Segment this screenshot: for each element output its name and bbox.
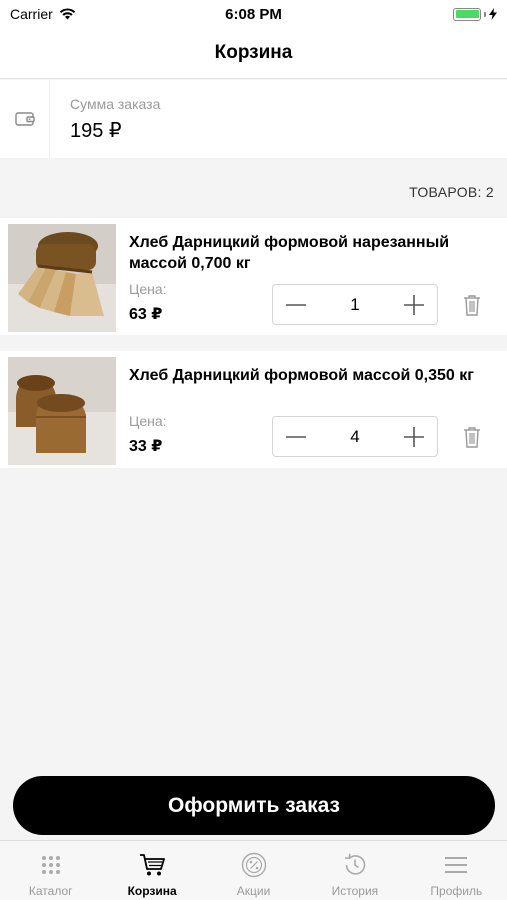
tab-label: Акции [236,884,271,898]
status-time: 6:08 PM [225,5,282,23]
price-label: Цена: [129,413,167,429]
wallet-icon-box [0,80,50,158]
decrease-button[interactable] [283,292,309,318]
status-right [453,7,497,21]
cart-item: Хлеб Дарницкий формовой нарезанный массо… [0,218,507,335]
nav-bar: Корзина [0,28,507,79]
tab-catalog[interactable]: Каталог [0,841,101,900]
plus-icon [404,294,424,315]
price-label: Цена: [129,281,167,297]
summary-text: Сумма заказа 195 ₽ [50,96,160,143]
order-sum-value: 195 ₽ [70,119,122,142]
product-image[interactable] [8,224,116,332]
price-value: 33 ₽ [129,438,163,455]
cart-icon [139,852,166,878]
wallet-icon [14,112,35,126]
tab-profile[interactable]: Профиль [406,841,507,900]
product-title[interactable]: Хлеб Дарницкий формовой массой 0,350 кг [129,365,474,386]
history-icon [342,852,368,878]
page-title: Корзина [214,42,293,63]
tab-label: Профиль [430,884,483,898]
cart-item: Хлеб Дарницкий формовой массой 0,350 кг … [0,351,507,468]
plus-icon [404,426,424,447]
tab-label: Корзина [127,884,177,898]
increase-button[interactable] [401,292,427,318]
decrease-button[interactable] [283,424,309,450]
quantity-stepper: 4 [272,416,438,457]
tab-cart[interactable]: Корзина [101,841,202,900]
quantity-stepper: 1 [272,284,438,325]
price-value: 63 ₽ [129,306,163,323]
product-image[interactable] [8,357,116,465]
battery-cap [484,11,486,17]
tab-promotions[interactable]: Акции [203,841,304,900]
charging-icon [489,8,497,20]
order-sum-label: Сумма заказа [70,95,161,112]
trash-icon[interactable] [462,426,482,448]
menu-icon [443,852,469,878]
wifi-icon [59,8,75,20]
increase-button[interactable] [401,424,427,450]
percent-badge-icon [241,852,267,878]
status-left: Carrier [10,6,76,22]
order-summary: Сумма заказа 195 ₽ [0,80,507,158]
trash-icon[interactable] [462,294,482,316]
tab-label: История [331,884,379,898]
tab-label: Каталог [28,884,73,898]
battery-icon [453,7,481,21]
quantity-value: 1 [350,294,360,314]
minus-icon [286,435,306,438]
checkout-button[interactable]: Оформить заказ [13,776,495,835]
grid-dots-icon [38,852,64,878]
tab-history[interactable]: История [304,841,405,900]
carrier-label: Carrier [10,6,53,22]
minus-icon [286,303,306,306]
status-bar: Carrier 6:08 PM [0,0,507,28]
items-count: ТОВАРОВ: 2 [409,184,494,200]
quantity-value: 4 [350,426,360,446]
product-title[interactable]: Хлеб Дарницкий формовой нарезанный массо… [129,232,474,274]
tab-bar: Каталог Корзина Акции История Профиль [0,840,507,900]
